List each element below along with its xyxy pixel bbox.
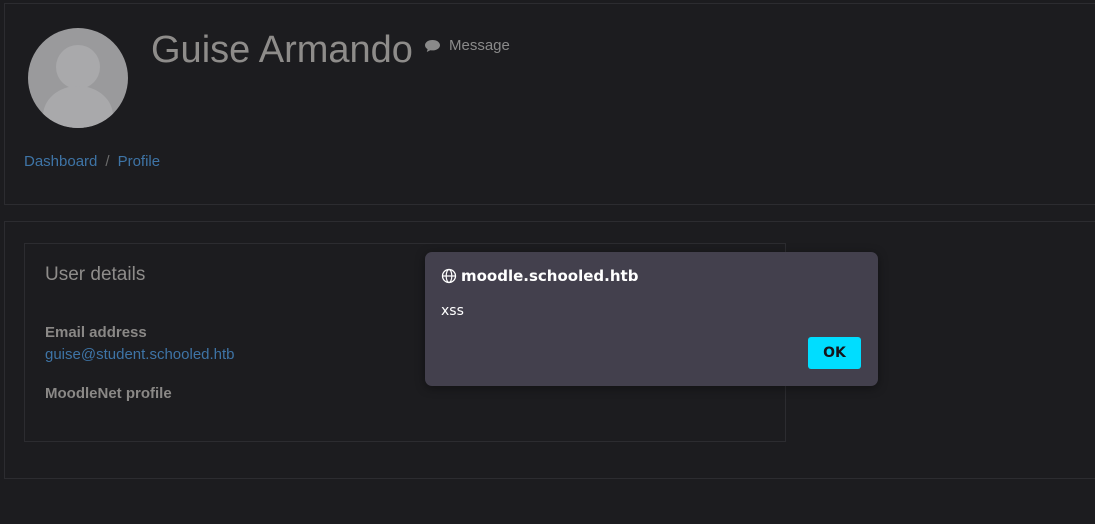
profile-page: Guise Armando Message Dashboard / Profil…	[0, 0, 1095, 524]
message-button[interactable]: Message	[424, 37, 510, 54]
avatar-body-shape	[43, 86, 113, 128]
breadcrumb: Dashboard / Profile	[24, 153, 160, 170]
breadcrumb-separator: /	[105, 153, 110, 170]
ok-button[interactable]: OK	[808, 337, 861, 369]
moodlenet-profile-label: MoodleNet profile	[45, 385, 172, 402]
globe-icon	[441, 268, 457, 284]
email-label: Email address	[45, 324, 147, 341]
dialog-title: moodle.schooled.htb	[441, 267, 638, 285]
user-details-title: User details	[45, 264, 146, 285]
alert-dialog: moodle.schooled.htb xss OK	[425, 252, 878, 386]
avatar	[28, 28, 128, 128]
message-label: Message	[449, 37, 510, 54]
dialog-origin: moodle.schooled.htb	[461, 267, 639, 285]
dialog-message: xss	[441, 303, 464, 319]
email-link[interactable]: guise@student.schooled.htb	[45, 346, 235, 363]
page-title: Guise Armando	[151, 29, 413, 71]
speech-bubble-icon	[425, 39, 440, 52]
breadcrumb-dashboard[interactable]: Dashboard	[24, 153, 97, 170]
avatar-head-shape	[56, 45, 100, 89]
breadcrumb-profile[interactable]: Profile	[118, 153, 161, 170]
